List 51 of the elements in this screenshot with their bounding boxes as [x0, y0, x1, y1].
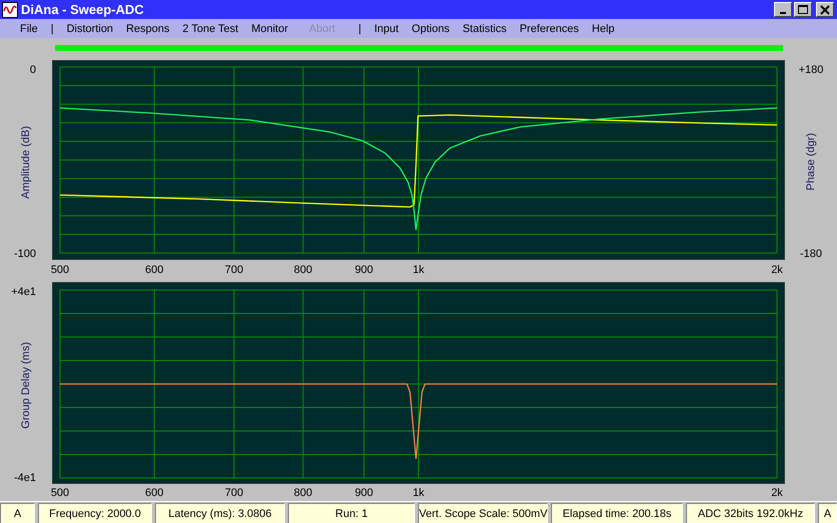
- axis-title: Group Delay (ms): [20, 342, 32, 428]
- menu-item[interactable]: Options: [412, 22, 450, 34]
- axis-label: -4e1: [14, 472, 36, 484]
- status-panel: A: [818, 503, 837, 523]
- axis-label: -100: [14, 248, 36, 260]
- axis-label: 800: [294, 264, 312, 276]
- axis-label: 900: [354, 264, 374, 276]
- menu-item[interactable]: Monitor: [251, 22, 288, 34]
- menu-separator: |: [358, 22, 362, 34]
- axis-label: -180: [800, 248, 822, 260]
- axis-label: 900: [354, 487, 374, 499]
- maximize-icon: [798, 4, 808, 14]
- minimize-button[interactable]: [774, 2, 792, 17]
- status-panel: ADC 32bits 192.0kHz: [686, 503, 815, 523]
- menu-item[interactable]: Preferences: [520, 22, 579, 34]
- menu-item[interactable]: Respons: [126, 22, 170, 34]
- axis-label: 600: [145, 487, 164, 499]
- axis-label: 700: [224, 264, 244, 276]
- axis-label: 600: [145, 264, 164, 276]
- axis-label: 2k: [771, 487, 783, 499]
- wave-icon: [2, 2, 18, 18]
- menu-item[interactable]: 2 Tone Test: [182, 22, 238, 34]
- menu-item[interactable]: Statistics: [462, 22, 507, 34]
- menu-separator: |: [50, 22, 54, 34]
- axis-label: 1k: [412, 264, 424, 276]
- window-title: DiAna - Sweep-ADC: [21, 2, 145, 17]
- axis-label: 500: [50, 264, 70, 276]
- status-panel: Frequency: 2000.0: [38, 503, 152, 523]
- maximize-button[interactable]: [794, 2, 812, 17]
- status-panel: A: [0, 503, 35, 523]
- axis-title: Phase (dgr): [805, 133, 817, 191]
- minimize-icon: [780, 12, 786, 14]
- axis-title: Amplitude (dB): [20, 126, 32, 198]
- axis-label: +4e1: [11, 286, 36, 298]
- axis-label: 500: [50, 487, 70, 499]
- menu-item[interactable]: File: [20, 22, 38, 34]
- close-button[interactable]: [816, 2, 834, 17]
- axis-label: 2k: [771, 264, 783, 276]
- menu-item[interactable]: Help: [592, 22, 615, 34]
- axis-label: 1k: [412, 487, 424, 499]
- status-panel: Run: 1: [288, 503, 415, 523]
- status-panel: Elapsed time: 200.18s: [551, 503, 683, 523]
- axis-label: 0: [30, 64, 36, 76]
- menu-item[interactable]: Distortion: [66, 22, 114, 34]
- axis-label: 700: [224, 487, 244, 499]
- axis-label: 800: [294, 487, 312, 499]
- status-panel: Vert. Scope Scale: 500mV: [418, 503, 548, 523]
- close-icon: [820, 4, 830, 14]
- menu-item[interactable]: Input: [374, 22, 399, 34]
- status-panel: Latency (ms): 3.0806: [155, 503, 285, 523]
- axis-label: +180: [798, 64, 824, 76]
